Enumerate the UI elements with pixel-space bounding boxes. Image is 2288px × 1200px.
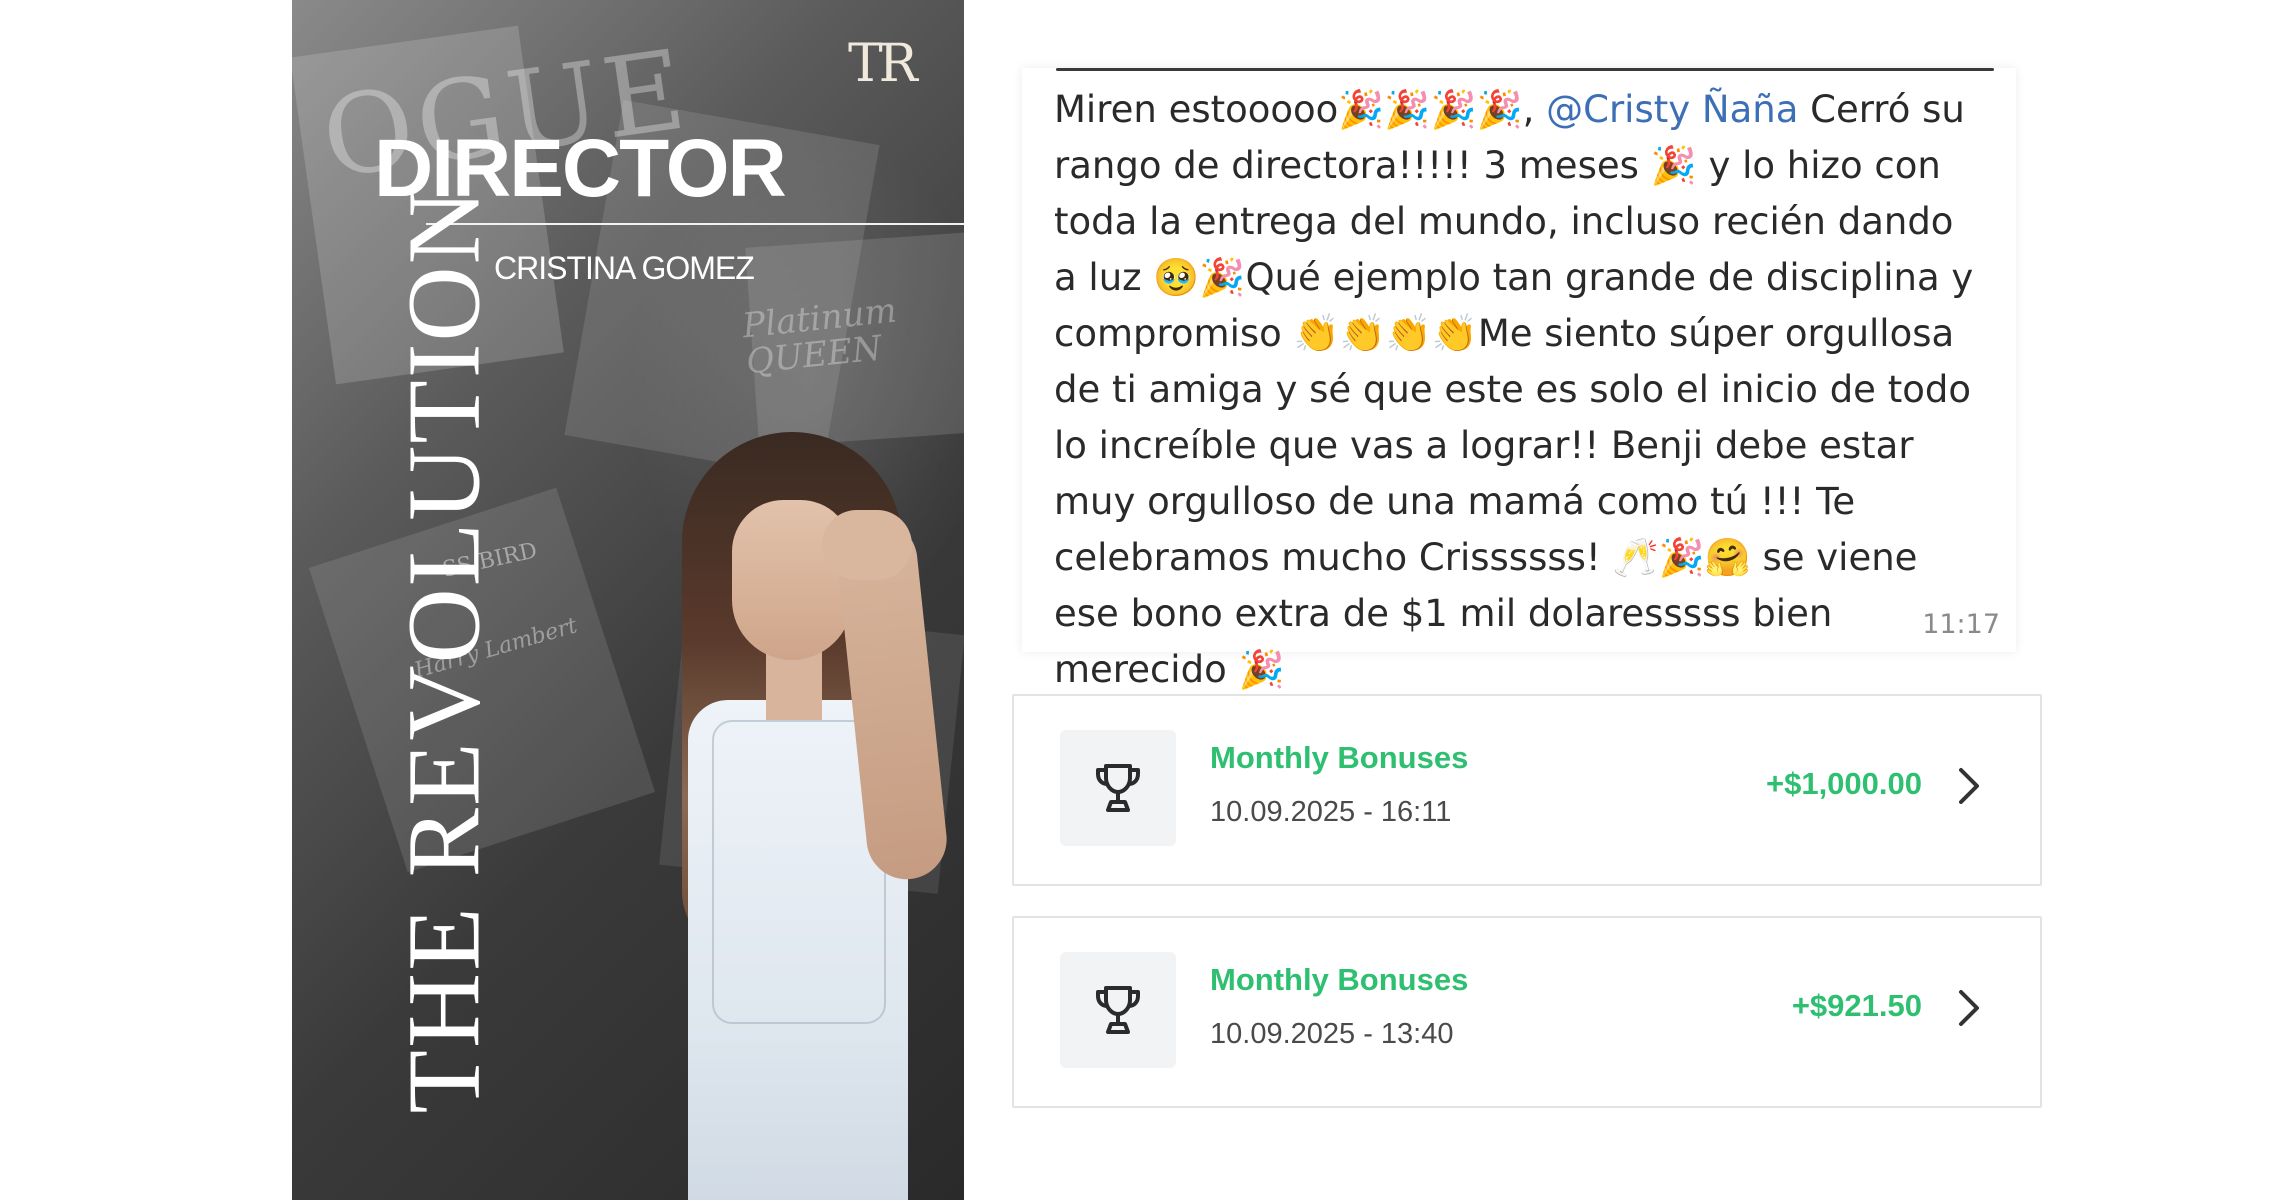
trophy-icon <box>1096 764 1140 812</box>
chevron-right-icon[interactable] <box>1956 988 1982 1028</box>
transaction-amount: +$921.50 <box>1791 988 1922 1023</box>
chat-top-border <box>1056 68 1994 71</box>
chat-mention[interactable]: @Cristy Ñaña <box>1546 88 1798 131</box>
chat-message-text: Miren estooooo🎉🎉🎉🎉, @Cristy Ñaña Cerró s… <box>1054 82 1984 698</box>
transaction-title: Monthly Bonuses <box>1210 962 1469 997</box>
woman-hand <box>822 510 912 580</box>
transaction-row[interactable]: Monthly Bonuses 10.09.2025 - 13:40 +$921… <box>1012 916 2042 1108</box>
transaction-row[interactable]: Monthly Bonuses 10.09.2025 - 16:11 +$1,0… <box>1012 694 2042 886</box>
chat-timestamp: 11:17 <box>1922 609 2000 640</box>
director-poster: OGUE Platinum QUEEN SS BIRD Harry Lamber… <box>292 0 964 1200</box>
transaction-date: 10.09.2025 - 13:40 <box>1210 1018 1454 1050</box>
chat-text-start: Miren estooooo🎉🎉🎉🎉, <box>1054 88 1547 131</box>
trophy-icon <box>1096 986 1140 1034</box>
transaction-icon-box <box>1060 730 1176 846</box>
transaction-title: Monthly Bonuses <box>1210 740 1469 775</box>
poster-vertical-title: THE REVOLUTION <box>386 187 502 1114</box>
chevron-right-icon[interactable] <box>1956 766 1982 806</box>
poster-divider <box>426 223 964 225</box>
transaction-icon-box <box>1060 952 1176 1068</box>
chat-message-bubble: Miren estooooo🎉🎉🎉🎉, @Cristy Ñaña Cerró s… <box>1022 68 2016 691</box>
transaction-date: 10.09.2025 - 16:11 <box>1210 796 1452 828</box>
transaction-amount: +$1,000.00 <box>1765 766 1922 801</box>
poster-name: CRISTINA GOMEZ <box>494 250 755 286</box>
chat-text-rest: Cerró su rango de directora!!!!! 3 meses… <box>1054 88 1974 691</box>
tr-logo: TR <box>848 34 918 94</box>
